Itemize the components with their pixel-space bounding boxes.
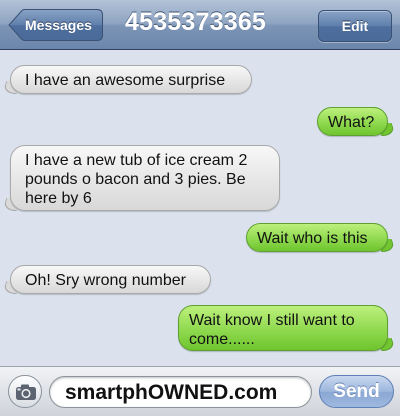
conversation-title: 4535373365: [125, 8, 267, 36]
camera-button[interactable]: [8, 375, 42, 408]
incoming-message-bubble: I have an awesome surprise: [10, 65, 252, 94]
back-button[interactable]: Messages: [8, 9, 103, 41]
send-button[interactable]: Send: [319, 375, 394, 408]
message-text: Oh! Sry wrong number: [25, 272, 186, 289]
navigation-bar: Messages 4535373365 Edit: [0, 0, 400, 50]
message-text: Wait know I still want to come......: [189, 312, 355, 348]
message-text-field[interactable]: smartphOWNED.com: [49, 376, 312, 408]
message-text: Wait who is this: [257, 230, 368, 247]
message-text: What?: [328, 114, 375, 131]
outgoing-message-bubble: What?: [317, 107, 388, 136]
message-text: I have an awesome surprise: [25, 72, 226, 89]
camera-icon: [16, 384, 36, 400]
edit-button[interactable]: Edit: [318, 10, 392, 42]
incoming-message-bubble: I have a new tub of ice cream 2 pounds o…: [10, 145, 280, 211]
incoming-message-bubble: Oh! Sry wrong number: [10, 265, 211, 294]
outgoing-message-bubble: Wait who is this: [246, 223, 388, 252]
message-text: I have a new tub of ice cream 2 pounds o…: [25, 152, 248, 207]
message-thread: I have an awesome surprise What? I have …: [0, 51, 400, 366]
outgoing-message-bubble: Wait know I still want to come......: [178, 305, 388, 351]
message-input-bar: smartphOWNED.com Send: [0, 366, 400, 416]
back-button-label: Messages: [25, 17, 92, 33]
